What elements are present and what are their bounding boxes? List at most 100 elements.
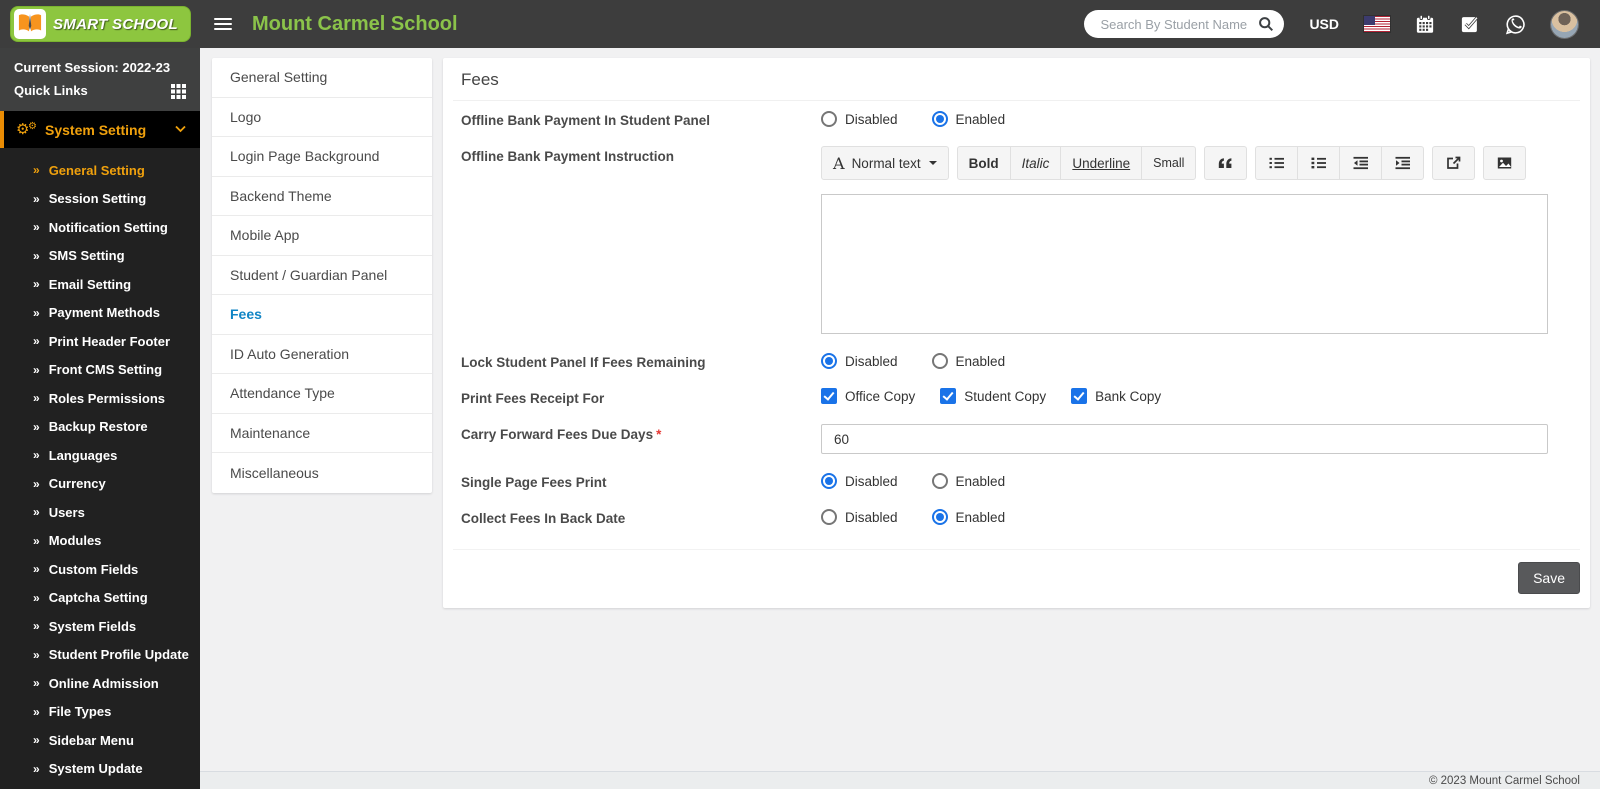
indent-icon[interactable]: [1381, 146, 1425, 180]
sidebar-menu-system-setting[interactable]: ⚙ ⚙ System Setting: [0, 111, 200, 148]
brand-name: SMART SCHOOL: [53, 15, 178, 33]
radio-option-enabled[interactable]: Enabled: [931, 111, 1005, 127]
sidebar-item-session-setting[interactable]: » Session Setting: [0, 185, 200, 214]
share-link-icon[interactable]: [1432, 146, 1476, 180]
double-chevron-icon: »: [33, 305, 40, 320]
sidebar-item-system-fields[interactable]: » System Fields: [0, 612, 200, 641]
radio-option-enabled[interactable]: Enabled: [931, 353, 1005, 369]
menu-title: System Setting: [45, 121, 147, 138]
radio-group: Disabled Enabled: [821, 508, 1548, 525]
currency-selector[interactable]: USD: [1309, 16, 1339, 32]
double-chevron-icon: »: [33, 419, 40, 434]
sidebar-item-roles-permissions[interactable]: » Roles Permissions: [0, 384, 200, 413]
settings-tab-miscellaneous[interactable]: Miscellaneous: [212, 453, 432, 493]
radio-option-enabled[interactable]: Enabled: [931, 509, 1006, 525]
settings-tab-mobile-app[interactable]: Mobile App: [212, 216, 432, 256]
sidebar-item-label: Online Admission: [48, 675, 159, 691]
insert-image-icon[interactable]: [1483, 146, 1527, 180]
settings-tab-fees[interactable]: Fees: [212, 295, 432, 335]
radio-option-disabled[interactable]: Disabled: [821, 353, 898, 369]
sidebar-item-label: Notification Setting: [48, 219, 168, 235]
sidebar-item-backup-restore[interactable]: » Backup Restore: [0, 413, 200, 442]
bold-button[interactable]: Bold: [956, 146, 1011, 180]
checkbox-group: Office Copy Student Copy Bank Copy: [821, 388, 1548, 404]
settings-tab-general-setting[interactable]: General Setting: [212, 58, 432, 98]
sidebar-item-label: Captcha Setting: [48, 590, 148, 606]
sidebar-item-sidebar-menu[interactable]: » Sidebar Menu: [0, 726, 200, 755]
sidebar-item-label: General Setting: [48, 162, 145, 178]
sidebar-item-online-admission[interactable]: » Online Admission: [0, 669, 200, 698]
sidebar-item-modules[interactable]: » Modules: [0, 527, 200, 556]
task-check-icon[interactable]: [1460, 14, 1480, 34]
sidebar-item-payment-methods[interactable]: » Payment Methods: [0, 299, 200, 328]
ordered-list-icon[interactable]: [1255, 146, 1299, 180]
hamburger-menu-icon[interactable]: [214, 15, 232, 33]
sidebar-item-users[interactable]: » Users: [0, 498, 200, 527]
radio-option-disabled[interactable]: Disabled: [821, 111, 898, 127]
quote-group: [1204, 146, 1248, 180]
editor-toolbar: A Normal text Bold Italic Underline Smal…: [821, 146, 1548, 180]
underline-button[interactable]: Underline: [1060, 146, 1143, 180]
quick-links[interactable]: Quick Links: [14, 79, 186, 103]
sidebar-item-email-setting[interactable]: » Email Setting: [0, 270, 200, 299]
sidebar-item-currency[interactable]: » Currency: [0, 470, 200, 499]
checkbox-office-copy[interactable]: Office Copy: [821, 388, 915, 404]
save-button[interactable]: Save: [1518, 562, 1580, 594]
sidebar-item-captcha-setting[interactable]: » Captcha Setting: [0, 584, 200, 613]
checkbox-bank-copy[interactable]: Bank Copy: [1071, 388, 1161, 404]
whatsapp-icon[interactable]: [1505, 14, 1526, 35]
checkbox-student-copy[interactable]: Student Copy: [940, 388, 1046, 404]
calendar-icon[interactable]: [1415, 14, 1435, 34]
settings-tab-maintenance[interactable]: Maintenance: [212, 414, 432, 453]
book-pen-icon: [14, 9, 46, 39]
sidebar-item-print-header-footer[interactable]: » Print Header Footer: [0, 327, 200, 356]
radio-group: Disabled Enabled: [821, 352, 1548, 369]
sidebar-item-general-setting[interactable]: » General Setting: [0, 156, 200, 185]
sidebar-item-custom-fields[interactable]: » Custom Fields: [0, 555, 200, 584]
settings-tab-backend-theme[interactable]: Backend Theme: [212, 177, 432, 216]
settings-tab-student-guardian-panel[interactable]: Student / Guardian Panel: [212, 256, 432, 295]
settings-tab-label: Attendance Type: [230, 385, 335, 402]
editor-textarea[interactable]: [821, 194, 1548, 334]
chevron-down-icon: [175, 125, 186, 133]
language-flag-icon[interactable]: [1364, 16, 1390, 32]
paragraph-style-dropdown[interactable]: A Normal text: [821, 146, 949, 180]
sidebar-item-file-types[interactable]: » File Types: [0, 698, 200, 727]
settings-tab-attendance-type[interactable]: Attendance Type: [212, 374, 432, 414]
settings-tab-id-auto-generation[interactable]: ID Auto Generation: [212, 335, 432, 374]
user-avatar[interactable]: [1551, 10, 1578, 38]
outdent-icon[interactable]: [1339, 146, 1383, 180]
sidebar-item-notification-setting[interactable]: » Notification Setting: [0, 213, 200, 242]
double-chevron-icon: »: [33, 533, 40, 548]
main-sidebar: Current Session: 2022-23 Quick Links ⚙ ⚙ …: [0, 48, 200, 789]
double-chevron-icon: »: [33, 619, 40, 634]
settings-tab-logo[interactable]: Logo: [212, 98, 432, 137]
content-area: General Setting Logo Login Page Backgrou…: [200, 48, 1600, 789]
double-chevron-icon: »: [33, 733, 40, 748]
italic-button[interactable]: Italic: [1009, 146, 1062, 180]
field-label: Lock Student Panel If Fees Remaining: [461, 355, 706, 370]
unordered-list-icon[interactable]: [1297, 146, 1341, 180]
radio-label: Enabled: [955, 509, 1006, 525]
carry-forward-days-input[interactable]: [821, 424, 1548, 454]
double-chevron-icon: »: [33, 163, 40, 178]
sidebar-item-front-cms-setting[interactable]: » Front CMS Setting: [0, 356, 200, 385]
search-input[interactable]: [1098, 15, 1259, 33]
radio-group: Disabled Enabled: [821, 110, 1548, 127]
settings-tab-login-page-background[interactable]: Login Page Background: [212, 137, 432, 177]
radio-checked-icon: [931, 111, 948, 127]
sidebar-item-languages[interactable]: » Languages: [0, 441, 200, 470]
app-logo[interactable]: SMART SCHOOL: [0, 0, 200, 48]
radio-option-disabled[interactable]: Disabled: [821, 509, 898, 525]
field-label: Carry Forward Fees Due Days *: [453, 424, 821, 442]
sidebar-item-sms-setting[interactable]: » SMS Setting: [0, 242, 200, 271]
sidebar-item-system-update[interactable]: » System Update: [0, 755, 200, 784]
fees-settings-card: Fees Offline Bank Payment In Student Pan…: [443, 58, 1590, 608]
richtext-editor: A Normal text Bold Italic Underline Smal…: [821, 146, 1548, 334]
sidebar-item-student-profile-update[interactable]: » Student Profile Update: [0, 641, 200, 670]
search-icon[interactable]: [1258, 16, 1274, 32]
radio-option-disabled[interactable]: Disabled: [821, 473, 898, 489]
radio-option-enabled[interactable]: Enabled: [931, 473, 1005, 489]
small-button[interactable]: Small: [1141, 146, 1197, 180]
blockquote-icon[interactable]: [1204, 146, 1248, 180]
